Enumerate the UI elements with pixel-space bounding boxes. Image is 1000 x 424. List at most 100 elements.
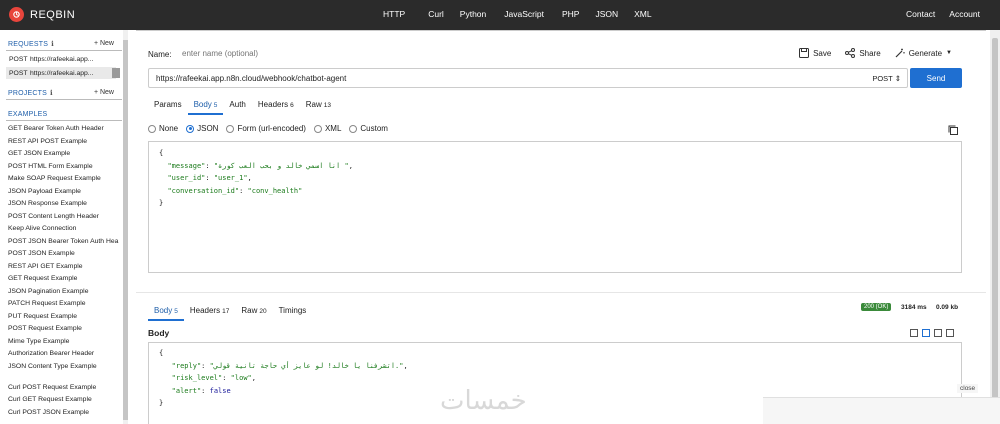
nav-php[interactable]: PHP xyxy=(562,9,579,19)
example-item[interactable]: POST Request Example xyxy=(8,325,82,332)
example-item[interactable]: GET Request Example xyxy=(8,275,77,282)
radio-json[interactable]: JSON xyxy=(186,124,218,133)
copy-icon[interactable] xyxy=(910,329,918,337)
example-item[interactable]: POST Content Length Header xyxy=(8,213,99,220)
example-item[interactable]: Keep Alive Connection xyxy=(8,225,76,232)
radio-label: Custom xyxy=(360,124,388,133)
page-scrollbar-thumb[interactable] xyxy=(992,38,998,422)
example-item[interactable]: POST HTML Form Example xyxy=(8,163,93,170)
status-badge: 200 (OK) xyxy=(861,303,892,311)
copy-icon[interactable] xyxy=(948,125,958,135)
divider xyxy=(6,120,122,121)
example-item[interactable]: PUT Request Example xyxy=(8,313,77,320)
nav-account[interactable]: Account xyxy=(949,9,980,19)
tab-response-raw[interactable]: Raw 20 xyxy=(235,306,272,321)
example-item[interactable]: GET Bearer Token Auth Header xyxy=(8,125,104,132)
nav-xml[interactable]: XML xyxy=(634,9,651,19)
example-item[interactable]: JSON Payload Example xyxy=(8,188,81,195)
tab-params[interactable]: Params xyxy=(148,100,188,115)
radio-circle xyxy=(349,124,358,133)
example-item[interactable]: Authorization Bearer Header xyxy=(8,350,94,357)
wrap-icon[interactable] xyxy=(934,329,942,337)
projects-label: PROJECTS xyxy=(8,90,47,97)
example-item[interactable]: REST API POST Example xyxy=(8,138,87,145)
generate-button[interactable]: Generate ▼ xyxy=(895,48,952,58)
tab-label: Body xyxy=(193,100,212,109)
json-key: "risk_level" xyxy=(171,374,223,382)
url-input[interactable]: https://rafeekai.app.n8n.cloud/webhook/c… xyxy=(148,68,908,88)
main-panel: Name: Save Share Generate ▼ https://rafe… xyxy=(136,30,986,424)
example-item[interactable]: GET JSON Example xyxy=(8,150,70,157)
tab-auth[interactable]: Auth xyxy=(223,100,251,115)
json-key: "reply" xyxy=(171,361,202,370)
requests-heading: REQUESTS ℹ xyxy=(8,40,54,48)
close-button[interactable]: close xyxy=(957,384,979,393)
json-value: "user_1" xyxy=(213,174,248,182)
tab-headers[interactable]: Headers 6 xyxy=(252,100,300,115)
delete-request-icon[interactable] xyxy=(112,68,120,78)
magic-wand-icon xyxy=(895,48,905,58)
request-item[interactable]: POST https://rafeekai.app... xyxy=(6,53,116,65)
image-icon[interactable] xyxy=(946,329,954,337)
nav-python[interactable]: Python xyxy=(460,9,486,19)
method-value: POST xyxy=(872,74,893,83)
radio-label: JSON xyxy=(197,124,219,133)
json-comma: , xyxy=(247,174,252,182)
json-value: "conv_health" xyxy=(247,186,303,195)
example-item[interactable]: POST JSON Example xyxy=(8,250,75,257)
brand[interactable]: REQBIN xyxy=(9,7,75,22)
nav-curl[interactable]: Curl xyxy=(428,9,444,19)
response-toolbar xyxy=(910,329,954,337)
new-request-button[interactable]: + New xyxy=(94,40,114,47)
name-input[interactable] xyxy=(182,49,382,58)
sidebar-scrollbar-thumb[interactable] xyxy=(123,40,128,420)
example-item[interactable]: Curl POST JSON Example xyxy=(8,409,89,416)
radio-xml[interactable]: XML xyxy=(313,124,342,133)
tab-label: Timings xyxy=(278,306,307,315)
nav-json[interactable]: JSON xyxy=(595,9,618,19)
save-button[interactable]: Save xyxy=(799,48,831,58)
page-scrollbar[interactable] xyxy=(990,30,1000,424)
method-select[interactable]: POST ⇕ xyxy=(872,74,901,83)
radio-none[interactable]: None xyxy=(148,124,178,133)
generate-label: Generate xyxy=(908,48,943,58)
radio-circle xyxy=(148,124,156,133)
radio-form[interactable]: Form (url-encoded) xyxy=(226,124,306,133)
divider xyxy=(6,50,122,51)
request-json-code: { "message": "انا اسمي خالد و بحب العب ك… xyxy=(159,149,353,207)
new-project-button[interactable]: + New xyxy=(94,89,114,96)
example-item[interactable]: Mime Type Example xyxy=(8,338,69,345)
body-type-radios: None JSON Form (url-encoded) XML Custom xyxy=(148,124,388,133)
nav-contact[interactable]: Contact xyxy=(906,9,935,19)
nav-javascript[interactable]: JavaScript xyxy=(504,9,544,19)
main-nav: HTTP Curl Python JavaScript PHP JSON XML xyxy=(380,9,652,19)
requests-label: REQUESTS xyxy=(8,41,49,48)
tab-response-headers[interactable]: Headers 17 xyxy=(184,306,235,321)
send-button[interactable]: Send xyxy=(910,68,962,88)
tab-raw[interactable]: Raw 13 xyxy=(300,100,337,115)
tab-body[interactable]: Body 5 xyxy=(187,100,224,115)
updown-arrow-icon: ⇕ xyxy=(894,74,901,83)
example-item[interactable]: JSON Pagination Example xyxy=(8,288,88,295)
nav-http[interactable]: HTTP xyxy=(383,9,405,19)
example-item[interactable]: Curl POST Request Example xyxy=(8,384,96,391)
example-item[interactable]: REST API GET Example xyxy=(8,263,83,270)
radio-label: XML xyxy=(324,124,342,133)
example-item[interactable]: PATCH Request Example xyxy=(8,300,86,307)
example-item[interactable]: JSON Content Type Example xyxy=(8,363,97,370)
request-tabs: Params Body 5 Auth Headers 6 Raw 13 xyxy=(148,100,337,115)
share-button[interactable]: Share xyxy=(845,48,881,58)
response-body-label: Body xyxy=(148,328,170,338)
example-item[interactable]: Curl GET Request Example xyxy=(8,396,92,403)
tab-response-body[interactable]: Body 5 xyxy=(148,306,184,321)
tab-response-timings[interactable]: Timings xyxy=(273,306,313,321)
example-item[interactable]: POST JSON Bearer Token Auth Hea xyxy=(8,238,118,245)
example-item[interactable]: JSON Response Example xyxy=(8,200,87,207)
request-body-editor[interactable]: { "message": "انا اسمي خالد و بحب العب ك… xyxy=(148,141,962,273)
sidebar-scrollbar[interactable] xyxy=(123,30,128,424)
request-item-active[interactable]: POST https://rafeekai.app... xyxy=(6,67,120,79)
radio-custom[interactable]: Custom xyxy=(349,124,388,133)
response-time: 3184 ms xyxy=(901,304,927,311)
example-item[interactable]: Make SOAP Request Example xyxy=(8,175,101,182)
json-view-icon[interactable] xyxy=(922,329,930,337)
